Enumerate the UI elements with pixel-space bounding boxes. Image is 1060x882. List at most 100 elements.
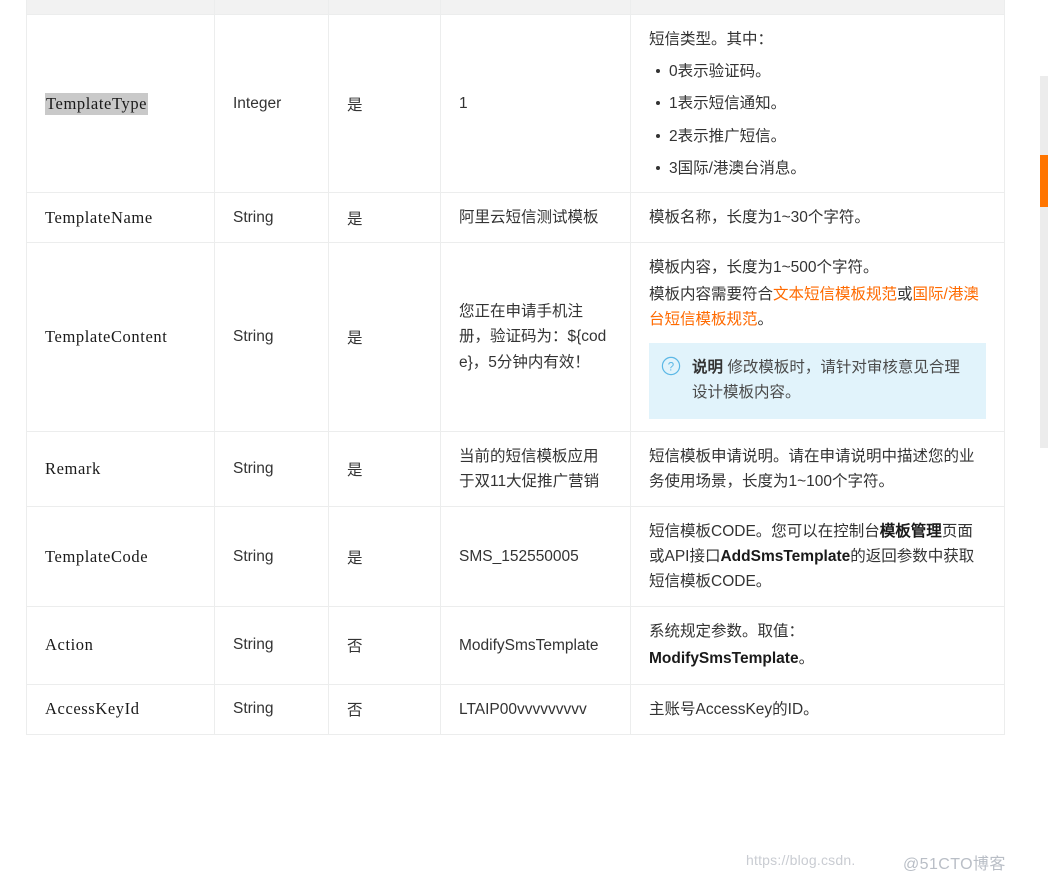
param-description: 短信类型。其中： 0表示验证码。 1表示短信通知。 2表示推广短信。 3国际/港… bbox=[631, 15, 1004, 192]
table-header bbox=[26, 0, 1005, 15]
param-name-wrap: TemplateType bbox=[27, 82, 214, 126]
param-name-text: TemplateName bbox=[45, 207, 153, 227]
param-type-text: String bbox=[233, 327, 274, 345]
list-item: 3国际/港澳台消息。 bbox=[656, 157, 986, 180]
param-required-text: 是 bbox=[347, 96, 363, 114]
link-text-sms-template-spec[interactable]: 文本短信模板规范 bbox=[773, 286, 897, 303]
param-name-text: TemplateType bbox=[45, 92, 149, 115]
table-header-row bbox=[26, 0, 1005, 15]
cell-param-type: String bbox=[214, 192, 329, 244]
header-cell-required bbox=[328, 0, 441, 15]
param-type-text: String bbox=[233, 636, 274, 654]
description-intro: 主账号AccessKey的ID。 bbox=[649, 700, 819, 718]
param-name-text: Action bbox=[45, 635, 94, 655]
param-required-text: 是 bbox=[347, 461, 363, 479]
param-name-wrap: TemplateContent bbox=[27, 315, 214, 359]
description-intro: 模板名称，长度为1~30个字符。 bbox=[649, 209, 870, 227]
note-text: 修改模板时，请针对审核意见合理设计模板内容。 bbox=[692, 358, 960, 401]
param-name-wrap: Action bbox=[27, 623, 214, 667]
param-required-text: 否 bbox=[347, 638, 363, 656]
vertical-scrollbar-thumb[interactable] bbox=[1040, 155, 1048, 207]
param-example-text: ModifySmsTemplate bbox=[459, 636, 599, 654]
description-intro: 短信类型。其中： bbox=[649, 31, 774, 48]
cell-param-type: String bbox=[214, 606, 329, 685]
param-type-text: String bbox=[233, 459, 274, 477]
header-cell-name bbox=[26, 0, 215, 15]
list-item: 0表示验证码。 bbox=[656, 60, 986, 83]
table-row: Action String 否 ModifySmsTemplate 系统规定参数… bbox=[26, 606, 1005, 685]
cell-param-name: TemplateName bbox=[26, 192, 215, 244]
cell-param-name: AccessKeyId bbox=[26, 684, 215, 735]
cell-param-type: String bbox=[214, 684, 329, 735]
cell-param-description: 系统规定参数。取值： ModifySmsTemplate。 bbox=[630, 606, 1005, 685]
watermark-51cto: @51CTO博客 bbox=[903, 856, 1006, 873]
cell-param-description: 短信类型。其中： 0表示验证码。 1表示短信通知。 2表示推广短信。 3国际/港… bbox=[630, 14, 1005, 194]
cell-param-required: 是 bbox=[328, 242, 441, 432]
list-item: 1表示短信通知。 bbox=[656, 92, 986, 115]
cell-param-description: 主账号AccessKey的ID。 bbox=[630, 684, 1005, 735]
description-line-1: 模板内容，长度为1~500个字符。 bbox=[649, 259, 879, 277]
cell-param-required: 是 bbox=[328, 192, 441, 244]
description-line-2: ModifySmsTemplate。 bbox=[649, 646, 986, 671]
cell-param-example: SMS_152550005 bbox=[440, 506, 631, 608]
cell-param-description: 短信模板CODE。您可以在控制台模板管理页面或API接口AddSmsTempla… bbox=[630, 506, 1005, 608]
param-type-text: String bbox=[233, 208, 274, 226]
description-intro: 短信模板申请说明。请在申请说明中描述您的业务使用场景，长度为1~100个字符。 bbox=[649, 447, 975, 490]
question-circle-icon: ? bbox=[661, 356, 681, 376]
table-body: TemplateType Integer 是 1 短信类型。其中： 0表示验证码… bbox=[26, 14, 1005, 735]
param-name-text: Remark bbox=[45, 458, 101, 478]
cell-param-example: 您正在申请手机注册，验证码为：${code}，5分钟内有效！ bbox=[440, 242, 631, 432]
cell-param-description: 模板名称，长度为1~30个字符。 bbox=[630, 192, 1005, 244]
description-line-1: 系统规定参数。取值： bbox=[649, 623, 805, 641]
table-row: AccessKeyId String 否 LTAIP00vvvvvvvvv 主账… bbox=[26, 684, 1005, 735]
param-required-text: 否 bbox=[347, 702, 363, 720]
param-example-text: 您正在申请手机注册，验证码为：${code}，5分钟内有效！ bbox=[459, 303, 607, 371]
param-required-text: 是 bbox=[347, 329, 363, 347]
cell-param-description: 模板内容，长度为1~500个字符。 模板内容需要符合文本短信模板规范或国际/港澳… bbox=[630, 242, 1005, 432]
table-row: TemplateType Integer 是 1 短信类型。其中： 0表示验证码… bbox=[26, 14, 1005, 194]
param-example-text: LTAIP00vvvvvvvvv bbox=[459, 700, 587, 718]
table-row: TemplateContent String 是 您正在申请手机注册，验证码为：… bbox=[26, 242, 1005, 432]
cell-param-example: 阿里云短信测试模板 bbox=[440, 192, 631, 244]
description-text-mid: 或 bbox=[897, 286, 913, 304]
cell-param-name: Action bbox=[26, 606, 215, 685]
param-name-text: AccessKeyId bbox=[45, 699, 140, 719]
cell-param-example: ModifySmsTemplate bbox=[440, 606, 631, 685]
vertical-scrollbar-track[interactable] bbox=[1040, 76, 1048, 448]
cell-param-type: String bbox=[214, 506, 329, 608]
header-cell-description bbox=[630, 0, 1005, 15]
header-cell-example bbox=[440, 0, 631, 15]
list-item: 2表示推广短信。 bbox=[656, 125, 986, 148]
table-row: TemplateCode String 是 SMS_152550005 短信模板… bbox=[26, 506, 1005, 608]
page-root: TemplateType Integer 是 1 短信类型。其中： 0表示验证码… bbox=[0, 0, 1060, 882]
cell-param-type: String bbox=[214, 431, 329, 507]
svg-text:?: ? bbox=[668, 361, 674, 373]
param-example-text: 1 bbox=[459, 95, 468, 112]
param-name-wrap: TemplateCode bbox=[27, 535, 214, 579]
api-parameter-table: TemplateType Integer 是 1 短信类型。其中： 0表示验证码… bbox=[26, 0, 1005, 735]
note-box: ? 说明 修改模板时，请针对审核意见合理设计模板内容。 bbox=[649, 342, 986, 419]
note-body: 说明 修改模板时，请针对审核意见合理设计模板内容。 bbox=[692, 355, 972, 405]
table-row: TemplateName String 是 阿里云短信测试模板 模板名称，长度为… bbox=[26, 192, 1005, 244]
emphasis-modify-sms-template: ModifySmsTemplate bbox=[649, 650, 799, 668]
description-line-2: 模板内容需要符合文本短信模板规范或国际/港澳台短信模板规范。 bbox=[649, 282, 986, 332]
param-name-text: TemplateContent bbox=[45, 326, 168, 346]
watermark-csdn: https://blog.csdn. bbox=[746, 852, 856, 868]
cell-param-required: 是 bbox=[328, 431, 441, 507]
cell-param-type: Integer bbox=[214, 14, 329, 194]
note-title: 说明 bbox=[692, 358, 724, 376]
cell-param-required: 否 bbox=[328, 684, 441, 735]
cell-param-name: Remark bbox=[26, 431, 215, 507]
param-description: 主账号AccessKey的ID。 bbox=[631, 685, 1004, 734]
description-line-1: 短信模板CODE。您可以在控制台模板管理页面或API接口AddSmsTempla… bbox=[649, 519, 986, 594]
description-text-pre: 短信模板CODE。您可以在控制台 bbox=[649, 522, 880, 540]
cell-param-example: 当前的短信模板应用于双11大促推广营销 bbox=[440, 431, 631, 507]
param-description: 模板名称，长度为1~30个字符。 bbox=[631, 193, 1004, 242]
cell-param-type: String bbox=[214, 242, 329, 432]
cell-param-name: TemplateCode bbox=[26, 506, 215, 608]
param-type-text: String bbox=[233, 700, 274, 718]
param-name-text: TemplateCode bbox=[45, 546, 149, 566]
description-text-post: 。 bbox=[798, 650, 815, 668]
param-example-text: 当前的短信模板应用于双11大促推广营销 bbox=[459, 447, 600, 490]
cell-param-example: 1 bbox=[440, 14, 631, 194]
